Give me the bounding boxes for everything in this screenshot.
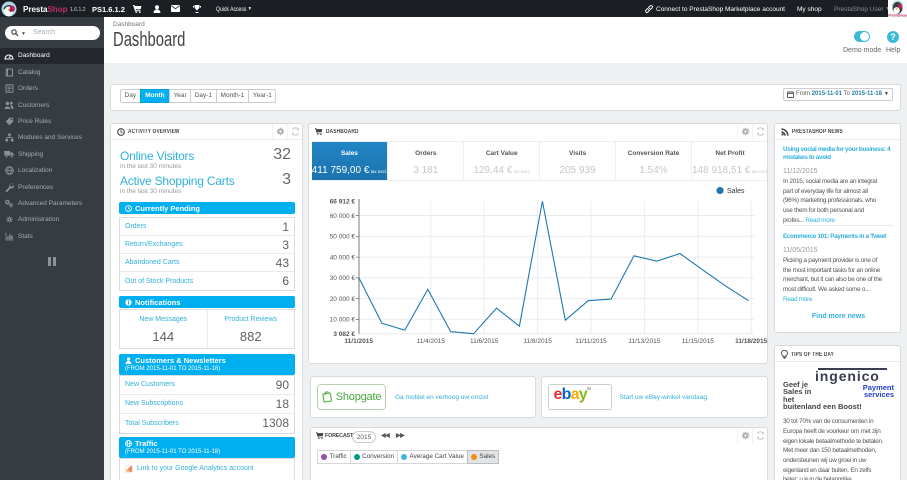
svg-text:11/18/2015: 11/18/2015 [735, 338, 767, 345]
svg-text:66 912 €: 66 912 € [330, 199, 356, 206]
svg-text:20 000 €: 20 000 € [330, 296, 356, 303]
svg-text:Sales: Sales [727, 188, 745, 195]
svg-text:40 000 €: 40 000 € [330, 254, 356, 261]
svg-text:11/11/2015: 11/11/2015 [575, 338, 607, 345]
svg-text:11/1/2015: 11/1/2015 [344, 338, 373, 345]
svg-text:30 000 €: 30 000 € [330, 275, 356, 282]
svg-text:11/13/2015: 11/13/2015 [628, 338, 660, 345]
svg-text:11/8/2015: 11/8/2015 [523, 338, 552, 345]
svg-text:10 000 €: 10 000 € [330, 317, 356, 324]
svg-text:50 000 €: 50 000 € [330, 234, 356, 241]
svg-text:60 000 €: 60 000 € [330, 213, 356, 220]
svg-text:11/15/2015: 11/15/2015 [682, 338, 714, 345]
svg-text:3 082 €: 3 082 € [333, 331, 355, 338]
svg-text:11/6/2015: 11/6/2015 [470, 338, 499, 345]
svg-text:11/4/2015: 11/4/2015 [417, 338, 446, 345]
